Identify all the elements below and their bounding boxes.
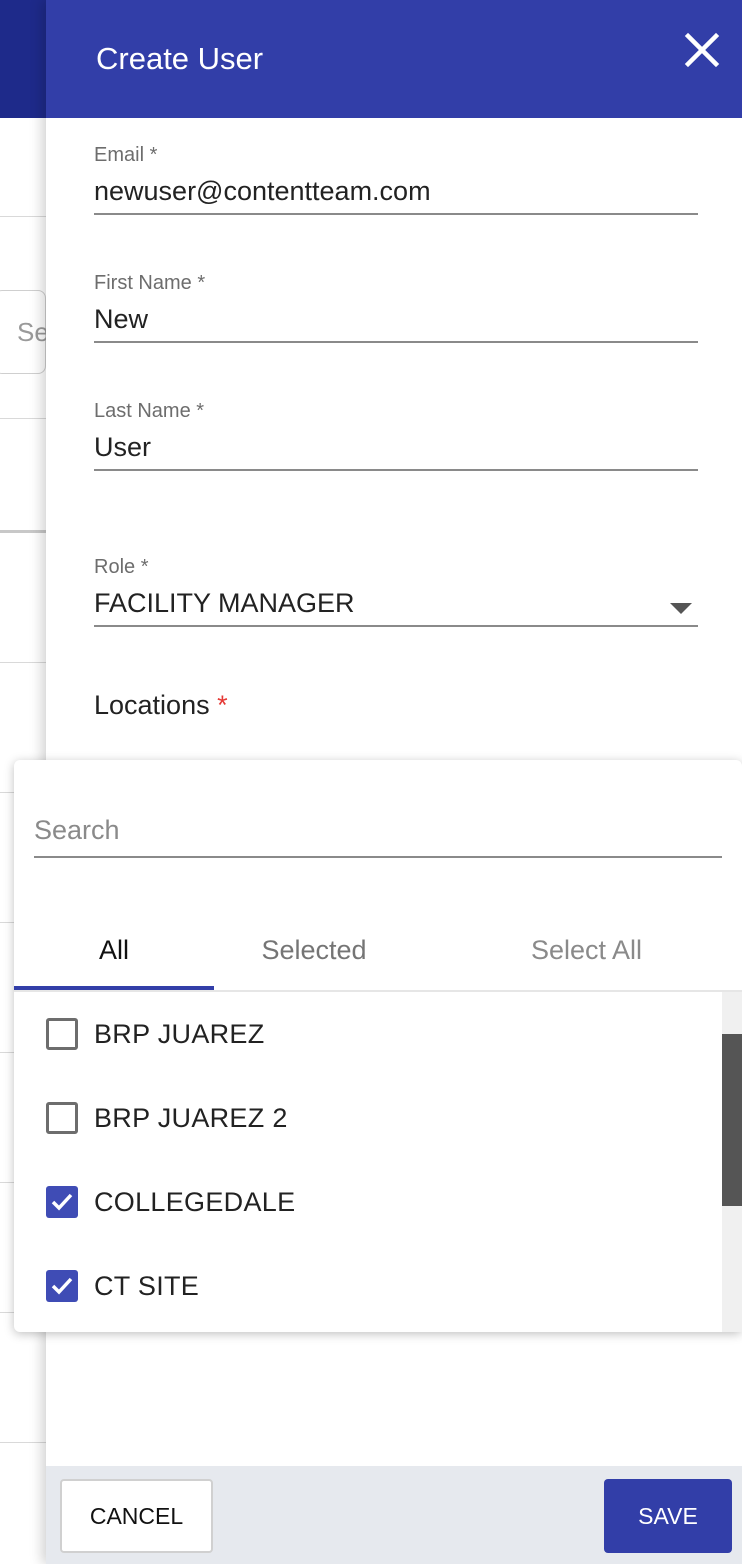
email-input[interactable] (94, 173, 698, 209)
checkbox-checked[interactable] (46, 1270, 78, 1302)
chevron-down-icon (670, 603, 692, 614)
first-name-label: First Name * (94, 272, 206, 294)
last-name-input[interactable] (94, 429, 698, 465)
locations-label-text: Locations (94, 690, 210, 720)
location-name: BRP JUAREZ 2 (94, 1102, 288, 1133)
first-name-field: First Name * (94, 272, 698, 343)
role-label: Role * (94, 556, 149, 578)
list-item[interactable]: BRP JUAREZ 2 (14, 1076, 722, 1160)
locations-search (34, 812, 722, 858)
check-icon (51, 1277, 73, 1295)
checkbox-unchecked[interactable] (46, 1102, 78, 1134)
locations-label: Locations * (94, 690, 228, 721)
list-item[interactable]: BRP JUAREZ (14, 992, 722, 1076)
role-value: FACILITY MANAGER (94, 588, 355, 618)
dialog-title: Create User (96, 41, 264, 76)
role-field: Role * FACILITY MANAGER (94, 556, 698, 627)
drawer-header: Create User (46, 0, 742, 118)
first-name-underline (94, 341, 698, 343)
select-all-button[interactable]: Select All (484, 910, 689, 990)
background-divider (0, 216, 46, 217)
email-field: Email * (94, 144, 698, 215)
role-select[interactable]: FACILITY MANAGER (94, 585, 698, 621)
list-item[interactable]: CT SITE (14, 1244, 722, 1328)
background-search-placeholder: Se (17, 317, 49, 347)
locations-list: BRP JUAREZ BRP JUAREZ 2 COLLEGEDALE CT S… (14, 992, 722, 1332)
last-name-field: Last Name * (94, 400, 698, 471)
locations-tabs: All Selected Select All (14, 910, 742, 992)
background-divider (0, 1442, 46, 1443)
email-underline (94, 213, 698, 215)
list-item[interactable]: COLLEGEDALE (14, 1160, 722, 1244)
last-name-underline (94, 469, 698, 471)
check-icon (51, 1193, 73, 1211)
location-name: BRP JUAREZ (94, 1018, 265, 1049)
background-divider (0, 530, 46, 533)
email-label: Email * (94, 144, 158, 166)
close-button[interactable] (682, 30, 722, 70)
location-name: COLLEGEDALE (94, 1186, 296, 1217)
cancel-button[interactable]: CANCEL (60, 1479, 213, 1553)
drawer-footer: CANCEL SAVE (46, 1466, 742, 1564)
active-tab-indicator (14, 986, 214, 990)
save-button[interactable]: SAVE (604, 1479, 732, 1553)
locations-search-underline (34, 856, 722, 858)
background-header (0, 0, 46, 118)
first-name-input[interactable] (94, 301, 698, 337)
role-underline (94, 625, 698, 627)
tab-all[interactable]: All (14, 910, 214, 990)
locations-search-input[interactable] (34, 812, 722, 848)
scrollbar-thumb[interactable] (722, 1034, 742, 1206)
background-divider (0, 418, 46, 419)
location-name: CT SITE (94, 1270, 200, 1301)
background-search-input[interactable]: Se (0, 290, 49, 374)
close-icon (684, 32, 720, 68)
required-mark: * (217, 690, 228, 720)
background-divider (0, 662, 46, 663)
locations-dropdown: All Selected Select All BRP JUAREZ BRP J… (14, 760, 742, 1332)
checkbox-checked[interactable] (46, 1186, 78, 1218)
tab-selected[interactable]: Selected (214, 910, 414, 990)
checkbox-unchecked[interactable] (46, 1018, 78, 1050)
last-name-label: Last Name * (94, 400, 205, 422)
